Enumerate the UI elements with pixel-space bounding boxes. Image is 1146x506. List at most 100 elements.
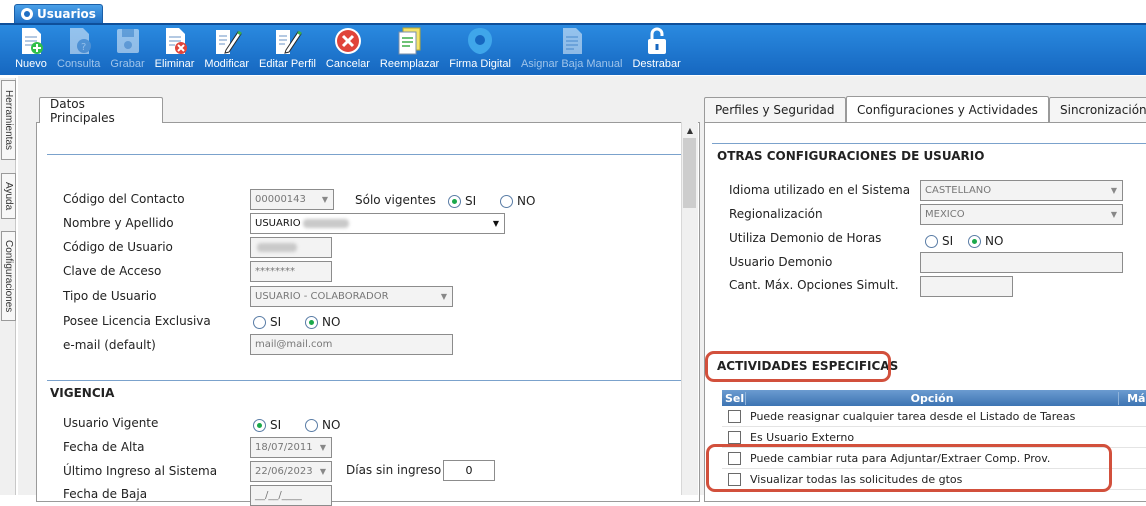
chevron-down-icon: ▼ [492, 219, 500, 228]
radio-selected-icon [448, 194, 461, 208]
ultimo-ingreso-field[interactable]: 22/06/2023 ▼ [250, 461, 332, 482]
solo-vigentes-no-label: NO [517, 194, 536, 208]
cancelar-label: Cancelar [325, 58, 370, 70]
demonio-horas-si-radio[interactable]: SI [925, 234, 953, 248]
tab-sincronizacion[interactable]: Sincronización [1049, 97, 1146, 122]
licencia-si-radio[interactable]: SI [253, 315, 281, 329]
solo-vigentes-si-radio[interactable]: SI [448, 194, 476, 208]
licencia-no-label: NO [322, 315, 341, 329]
tab-sincronizacion-label: Sincronización [1060, 103, 1146, 117]
licencia-no-radio[interactable]: NO [305, 315, 340, 329]
modificar-button[interactable]: Modificar [199, 25, 254, 75]
licencia-si-label: SI [270, 315, 282, 329]
radio-unselected-icon [253, 315, 266, 329]
licencia-exclusiva-label: Posee Licencia Exclusiva [63, 314, 211, 328]
tab-datos-principales[interactable]: Datos Principales [39, 96, 163, 125]
scroll-thumb[interactable] [683, 138, 696, 208]
editar-perfil-button[interactable]: Editar Perfil [254, 25, 321, 75]
window-tab-usuarios[interactable]: Usuarios [14, 4, 103, 23]
tab-perfiles-seguridad-label: Perfiles y Seguridad [715, 103, 835, 117]
grabar-button[interactable]: Grabar [105, 25, 149, 75]
clave-acceso-label: Clave de Acceso [63, 264, 162, 278]
fecha-baja-label: Fecha de Baja [63, 487, 148, 501]
usuario-vigente-si-label: SI [270, 418, 282, 432]
firma-digital-button[interactable]: Firma Digital [444, 25, 516, 75]
side-tab-configuraciones[interactable]: Configuraciones [1, 231, 16, 321]
dias-sin-ingreso-label: Días sin ingreso [346, 463, 442, 477]
col-mas-header: Más [1127, 391, 1146, 405]
tipo-usuario-label: Tipo de Usuario [63, 289, 157, 303]
consulta-button[interactable]: ? Consulta [52, 25, 105, 75]
firma-digital-label: Firma Digital [449, 58, 511, 70]
clave-acceso-value: ******** [255, 266, 295, 277]
usuario-vigente-no-radio[interactable]: NO [305, 418, 340, 432]
side-tab-herramientas[interactable]: Herramientas [1, 80, 16, 160]
ultimo-ingreso-label: Último Ingreso al Sistema [63, 464, 218, 478]
window-tab-title: Usuarios [37, 7, 96, 21]
save-icon [112, 25, 144, 57]
regionalizacion-select[interactable]: MEXICO ▼ [920, 204, 1123, 225]
codigo-contacto-select[interactable]: 00000143 ▼ [250, 189, 334, 210]
solo-vigentes-no-radio[interactable]: NO [500, 194, 535, 208]
tipo-usuario-select[interactable]: USUARIO - COLABORADOR ▼ [250, 286, 453, 307]
demonio-horas-no-radio[interactable]: NO [968, 234, 1003, 248]
cant-max-label: Cant. Máx. Opciones Simult. [729, 278, 899, 292]
actividades-table-header: Sel Opción Más [722, 390, 1146, 406]
clave-acceso-field[interactable]: ******** [250, 261, 332, 282]
editar-perfil-label: Editar Perfil [259, 58, 316, 70]
section-divider [712, 143, 1146, 144]
codigo-usuario-field[interactable] [250, 237, 332, 258]
edit-icon [211, 25, 243, 57]
radio-unselected-icon [925, 234, 938, 248]
digital-signature-icon [464, 25, 496, 57]
tab-configuraciones-actividades[interactable]: Configuraciones y Actividades [846, 96, 1049, 122]
fecha-baja-field[interactable]: __/__/____ [250, 485, 332, 506]
solo-vigentes-label: Sólo vigentes [355, 193, 436, 207]
unlock-icon [641, 25, 673, 57]
side-tab-ayuda-label: Ayuda [3, 181, 14, 211]
dias-sin-ingreso-value: 0 [465, 464, 473, 477]
row-checkbox[interactable] [727, 430, 741, 444]
tab-perfiles-seguridad[interactable]: Perfiles y Seguridad [704, 97, 846, 122]
eliminar-button[interactable]: Eliminar [150, 25, 200, 75]
tab-datos-principales-label: Datos Principales [50, 96, 115, 125]
dias-sin-ingreso-field[interactable]: 0 [443, 460, 495, 481]
email-label: e-mail (default) [63, 338, 156, 352]
destrabar-label: Destrabar [632, 58, 681, 70]
cant-max-field[interactable] [920, 276, 1013, 297]
row-option-text: Es Usuario Externo [750, 430, 855, 444]
email-field[interactable]: mail@mail.com [250, 334, 453, 355]
usuario-demonio-field[interactable] [920, 252, 1123, 273]
idioma-select[interactable]: CASTELLANO ▼ [920, 180, 1123, 201]
destrabar-button[interactable]: Destrabar [627, 25, 685, 75]
section-divider [47, 380, 681, 381]
new-doc-icon [15, 25, 47, 57]
email-value: mail@mail.com [255, 339, 333, 350]
fecha-alta-label: Fecha de Alta [63, 440, 145, 454]
asignar-baja-manual-button[interactable]: Asignar Baja Manual [516, 25, 628, 75]
scroll-up-icon[interactable]: ▲ [682, 122, 698, 138]
section-divider [47, 154, 681, 155]
fecha-alta-value: 18/07/2011 [255, 442, 313, 453]
fecha-alta-field[interactable]: 18/07/2011 ▼ [250, 437, 332, 458]
radio-unselected-icon [500, 194, 513, 208]
usuario-vigente-si-radio[interactable]: SI [253, 418, 281, 432]
nuevo-button[interactable]: Nuevo [10, 25, 52, 75]
nuevo-label: Nuevo [15, 58, 47, 70]
side-tab-ayuda[interactable]: Ayuda [1, 173, 16, 219]
reemplazar-button[interactable]: Reemplazar [375, 25, 444, 75]
col-sel-header: Sel [725, 391, 745, 405]
nombre-apellido-select[interactable]: USUARIO ▼ [250, 213, 505, 234]
row-checkbox[interactable] [727, 409, 741, 423]
table-row[interactable]: Puede reasignar cualquier tarea desde el… [722, 406, 1146, 427]
radio-selected-icon [968, 234, 981, 248]
left-panel-scrollbar[interactable]: ▲ [681, 122, 698, 495]
tab-configuraciones-actividades-label: Configuraciones y Actividades [857, 102, 1038, 117]
cancel-icon [332, 25, 364, 57]
chevron-down-icon: ▼ [1110, 186, 1118, 195]
idioma-value: CASTELLANO [925, 185, 992, 196]
chevron-down-icon: ▼ [440, 292, 448, 301]
usuario-demonio-label: Usuario Demonio [729, 255, 833, 269]
cancelar-button[interactable]: Cancelar [321, 25, 375, 75]
otras-configuraciones-title: OTRAS CONFIGURACIONES DE USUARIO [717, 149, 985, 163]
